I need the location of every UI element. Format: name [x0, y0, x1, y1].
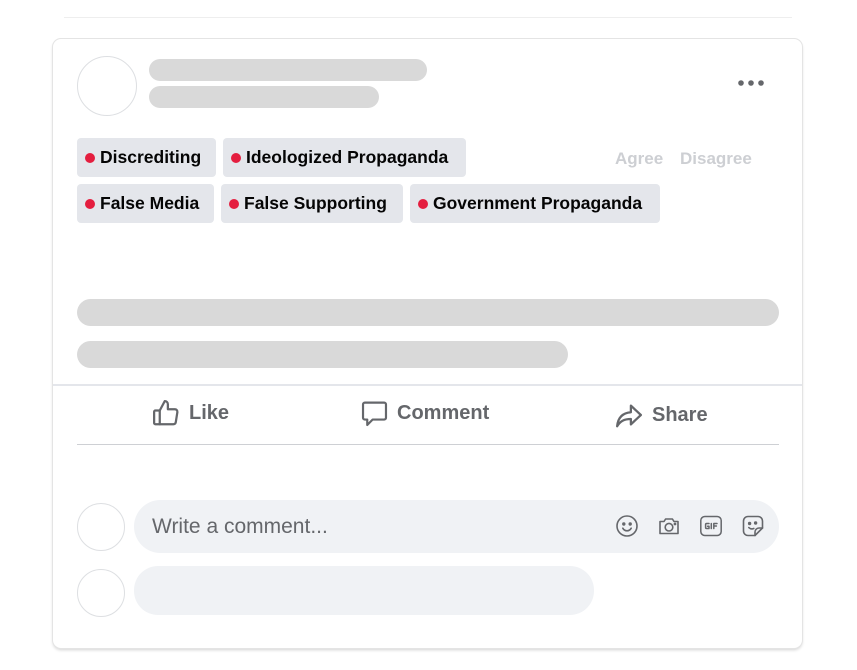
like-label: Like — [189, 401, 230, 424]
actions-bottom-divider — [77, 444, 779, 445]
share-arrow-icon — [614, 400, 644, 430]
tag-discrediting[interactable]: Discrediting — [77, 138, 216, 177]
tag-government-propaganda[interactable]: Government Propaganda — [410, 184, 660, 223]
tag-label: Government Propaganda — [433, 193, 643, 213]
post-card: Discrediting Ideologized Propaganda Fals… — [53, 39, 802, 648]
comment-button[interactable]: Comment — [360, 394, 489, 432]
sticker-icon[interactable] — [741, 514, 765, 538]
author-name-skeleton — [149, 59, 427, 81]
tag-false-supporting[interactable]: False Supporting — [221, 184, 403, 223]
tag-status-dot — [229, 198, 239, 209]
comment-tools — [615, 514, 765, 538]
speech-bubble-icon — [360, 399, 389, 428]
tag-status-dot — [418, 198, 428, 209]
commenter-avatar — [77, 503, 125, 551]
agree-button[interactable]: Agree — [615, 149, 663, 169]
gif-icon[interactable] — [699, 514, 723, 538]
tag-label: Ideologized Propaganda — [246, 147, 449, 167]
camera-icon[interactable] — [657, 514, 681, 538]
reply-avatar — [77, 569, 125, 617]
thumbs-up-icon — [151, 398, 181, 428]
post-text-skeleton-line — [77, 341, 568, 368]
tag-status-dot — [85, 152, 95, 163]
reply-skeleton — [134, 566, 594, 615]
tag-label: False Media — [100, 193, 200, 213]
smiley-icon[interactable] — [615, 514, 639, 538]
ellipsis-horizontal-icon — [738, 80, 764, 86]
feed-divider — [64, 17, 792, 18]
post-meta-skeleton — [149, 86, 379, 108]
author-avatar[interactable] — [77, 56, 137, 116]
tag-status-dot — [231, 152, 241, 163]
tag-label: False Supporting — [244, 193, 387, 213]
like-button[interactable]: Like — [151, 394, 229, 432]
comment-input[interactable]: Write a comment... — [134, 500, 779, 553]
share-button[interactable]: Share — [614, 396, 708, 434]
tag-status-dot — [85, 198, 95, 209]
actions-divider — [53, 384, 802, 386]
post-text-skeleton-line — [77, 299, 779, 326]
share-label: Share — [652, 403, 708, 426]
more-options-button[interactable] — [735, 73, 767, 93]
tag-false-media[interactable]: False Media — [77, 184, 214, 223]
tag-ideologized-propaganda[interactable]: Ideologized Propaganda — [223, 138, 466, 177]
comment-label: Comment — [397, 401, 490, 424]
disagree-button[interactable]: Disagree — [680, 149, 752, 169]
tag-label: Discrediting — [100, 147, 202, 167]
